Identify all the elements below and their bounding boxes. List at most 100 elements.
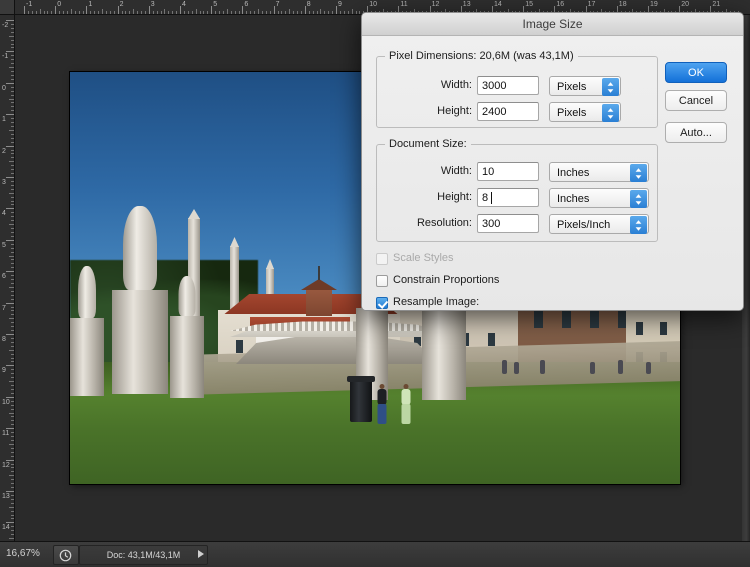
- ruler-subtick: [11, 440, 14, 441]
- ruler-subtick: [11, 142, 14, 143]
- ruler-subtick: [11, 220, 14, 221]
- pixel-height-input[interactable]: 2400: [477, 102, 539, 121]
- clock-icon[interactable]: [53, 545, 79, 565]
- ruler-label: 14: [494, 1, 502, 8]
- ruler-label: 0: [57, 1, 61, 8]
- ruler-subtick: [11, 424, 14, 425]
- ruler-subtick: [141, 11, 142, 14]
- ruler-tick: [6, 428, 14, 429]
- pixel-width-unit-select[interactable]: Pixels: [549, 76, 621, 96]
- pixel-height-row: Height: 2400 Pixels: [377, 102, 657, 124]
- ruler-subtick: [344, 11, 345, 14]
- ruler-subtick: [11, 283, 14, 284]
- pixel-dimensions-legend: Pixel Dimensions: 20,6M (was 43,1M): [385, 50, 578, 62]
- ruler-label: 11: [400, 1, 407, 8]
- ruler-subtick: [44, 11, 45, 14]
- ruler-subtick: [145, 11, 146, 14]
- constrain-proportions-label: Constrain Proportions: [393, 274, 499, 286]
- ruler-subtick: [9, 99, 14, 100]
- ruler-subtick: [47, 11, 48, 14]
- checkbox-box: [376, 275, 388, 287]
- ruler-label: -1: [26, 1, 32, 8]
- doc-width-unit-value: Inches: [557, 167, 589, 179]
- ruler-subtick: [11, 185, 14, 186]
- ruler-subtick: [11, 228, 14, 229]
- ruler-subtick: [11, 393, 14, 394]
- ruler-subtick: [11, 471, 14, 472]
- ruler-subtick: [164, 9, 165, 14]
- ruler-subtick: [11, 75, 14, 76]
- ruler-subtick: [11, 248, 14, 249]
- doc-height-input[interactable]: 8: [477, 188, 539, 207]
- bell-tower: [306, 288, 332, 316]
- ruler-subtick: [223, 11, 224, 14]
- ruler-subtick: [324, 11, 325, 14]
- triangle-right-icon[interactable]: [198, 550, 204, 558]
- ruler-subtick: [11, 122, 14, 123]
- ruler-label: 12: [432, 1, 440, 8]
- ruler-subtick: [227, 9, 228, 14]
- ruler-subtick: [11, 173, 14, 174]
- vertical-ruler[interactable]: -2-10123456789101112131415: [0, 14, 15, 542]
- ruler-subtick: [11, 377, 14, 378]
- ruler-subtick: [176, 11, 177, 14]
- doc-resolution-unit-select[interactable]: Pixels/Inch: [549, 214, 649, 234]
- ruler-tick: [24, 6, 25, 14]
- ruler-subtick: [11, 338, 14, 339]
- doc-width-input[interactable]: 10: [477, 162, 539, 181]
- ruler-tick: [149, 6, 150, 14]
- ruler-subtick: [235, 11, 236, 14]
- ruler-subtick: [11, 232, 14, 233]
- ruler-tick: [6, 83, 14, 84]
- ruler-subtick: [11, 275, 14, 276]
- ok-button[interactable]: OK: [665, 62, 727, 83]
- ruler-subtick: [11, 79, 14, 80]
- ruler-subtick: [348, 11, 349, 14]
- ruler-subtick: [83, 11, 84, 14]
- cancel-button[interactable]: Cancel: [665, 90, 727, 111]
- ruler-tick: [6, 114, 14, 115]
- doc-height-unit-value: Inches: [557, 193, 589, 205]
- ruler-subtick: [11, 314, 14, 315]
- ruler-subtick: [11, 204, 14, 205]
- ruler-subtick: [9, 67, 14, 68]
- dialog-title: Image Size: [362, 13, 743, 36]
- ruler-label: 10: [369, 1, 377, 8]
- ruler-subtick: [11, 157, 14, 158]
- pixel-width-input[interactable]: 3000: [477, 76, 539, 95]
- doc-width-unit-select[interactable]: Inches: [549, 162, 649, 182]
- ruler-subtick: [11, 385, 14, 386]
- ruler-subtick: [90, 11, 91, 14]
- ruler-tick: [6, 522, 14, 523]
- ruler-subtick: [250, 11, 251, 14]
- ruler-subtick: [293, 11, 294, 14]
- distant-people: [540, 360, 545, 374]
- doc-width-row: Width: 10 Inches: [377, 162, 657, 184]
- ruler-subtick: [11, 483, 14, 484]
- doc-height-label: Height:: [437, 191, 472, 203]
- image-size-dialog[interactable]: Image Size Pixel Dimensions: 20,6M (was …: [361, 12, 744, 311]
- ruler-subtick: [332, 11, 333, 14]
- pixel-height-unit-select[interactable]: Pixels: [549, 102, 621, 122]
- ruler-subtick: [11, 369, 14, 370]
- ruler-subtick: [11, 464, 14, 465]
- ruler-subtick: [11, 169, 14, 170]
- doc-height-unit-select[interactable]: Inches: [549, 188, 649, 208]
- auto-button[interactable]: Auto...: [665, 122, 727, 143]
- ruler-subtick: [215, 11, 216, 14]
- ruler-subtick: [11, 299, 14, 300]
- document-size-info[interactable]: Doc: 43,1M/43,1M: [79, 545, 208, 565]
- doc-resolution-label: Resolution:: [417, 217, 472, 229]
- ruler-subtick: [11, 330, 14, 331]
- ruler-tick: [242, 6, 243, 14]
- photoshop-window: -10123456789101112131415161718192021 -2-…: [0, 0, 750, 567]
- ruler-subtick: [356, 11, 357, 14]
- ruler-subtick: [11, 487, 14, 488]
- doc-resolution-input[interactable]: 300: [477, 214, 539, 233]
- doc-resolution-row: Resolution: 300 Pixels/Inch: [377, 214, 657, 236]
- ruler-subtick: [9, 161, 14, 162]
- ruler-label: 18: [619, 1, 627, 8]
- ruler-subtick: [11, 91, 14, 92]
- ruler-tick: [6, 146, 14, 147]
- zoom-level[interactable]: 16,67%: [6, 548, 40, 559]
